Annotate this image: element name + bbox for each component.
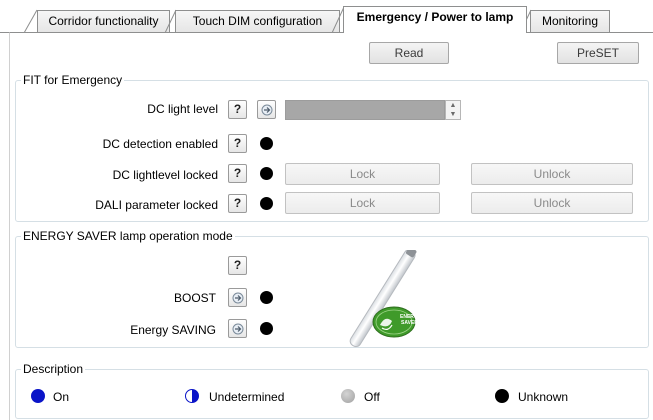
dali-parameter-unlock-button[interactable]: Unlock [471, 192, 633, 214]
svg-text:SAVER: SAVER [401, 320, 418, 326]
dc-lightlevel-lock-button[interactable]: Lock [285, 163, 440, 185]
dc-detection-help-button[interactable]: ? [228, 134, 247, 153]
read-button[interactable]: Read [369, 42, 449, 64]
tab-strip: Corridor functionality Touch DIM configu… [0, 0, 653, 34]
energy-saver-help-button[interactable]: ? [228, 256, 247, 275]
dc-light-level-slider[interactable] [285, 100, 445, 120]
dc-light-level-spinner[interactable]: ▲ ▼ [445, 100, 461, 120]
legend-on-indicator [31, 389, 45, 403]
tab-label: Emergency / Power to lamp [356, 10, 514, 24]
dc-light-level-help-button[interactable]: ? [228, 100, 247, 119]
energy-saving-label: Energy SAVING [130, 323, 216, 337]
energy-saving-status-indicator [260, 322, 273, 335]
tab-emergency-power-to-lamp[interactable]: Emergency / Power to lamp [343, 6, 527, 33]
dc-lightlevel-locked-help-button[interactable]: ? [228, 164, 247, 183]
energy-saving-apply-button[interactable] [228, 319, 247, 338]
dc-lightlevel-unlock-button[interactable]: Unlock [471, 163, 633, 185]
dc-light-level-label: DC light level [147, 102, 218, 116]
legend-undetermined-label: Undetermined [209, 390, 285, 404]
dc-light-level-apply-button[interactable] [257, 100, 276, 119]
tab-label: Touch DIM configuration [192, 14, 323, 28]
tab-label: Monitoring [541, 14, 599, 28]
legend-unknown-label: Unknown [518, 390, 569, 404]
energy-saver-badge-icon: ENERGY SAVER [372, 306, 422, 338]
spin-down-icon[interactable]: ▼ [446, 110, 460, 119]
dali-parameter-locked-status-indicator [260, 197, 273, 210]
dali-parameter-locked-help-button[interactable]: ? [228, 194, 247, 213]
legend-off-label: Off [364, 390, 380, 404]
spin-up-icon[interactable]: ▲ [446, 101, 460, 110]
arrow-right-icon [261, 104, 273, 116]
fit-group-title: FIT for Emergency [21, 73, 125, 87]
preset-button[interactable]: PreSET [557, 42, 639, 64]
dc-lightlevel-locked-status-indicator [260, 167, 273, 180]
fluorescent-tube-icon: ENERGY SAVER [349, 250, 422, 348]
energy-saver-group-title: ENERGY SAVER lamp operation mode [21, 229, 235, 243]
dc-lightlevel-locked-label: DC lightlevel locked [112, 168, 218, 182]
boost-apply-button[interactable] [228, 288, 247, 307]
legend-on-label: On [53, 390, 70, 404]
tab-label: Corridor functionality [48, 14, 159, 28]
tab-monitoring[interactable]: Monitoring [530, 10, 610, 32]
tab-touch-dim-configuration[interactable]: Touch DIM configuration [175, 10, 340, 32]
arrow-right-icon [232, 323, 244, 335]
description-group-title: Description [21, 362, 86, 376]
legend-off-indicator [341, 389, 355, 403]
boost-label: BOOST [173, 291, 216, 305]
legend-undetermined-indicator [185, 389, 199, 403]
dali-parameter-locked-label: DALI parameter locked [95, 198, 218, 212]
legend-unknown-indicator [495, 389, 509, 403]
dc-detection-status-indicator [260, 137, 273, 150]
arrow-right-icon [232, 292, 244, 304]
boost-status-indicator [260, 291, 273, 304]
dc-detection-enabled-label: DC detection enabled [102, 137, 218, 151]
dali-parameter-lock-button[interactable]: Lock [285, 192, 440, 214]
tab-corridor-functionality[interactable]: Corridor functionality [37, 10, 170, 32]
